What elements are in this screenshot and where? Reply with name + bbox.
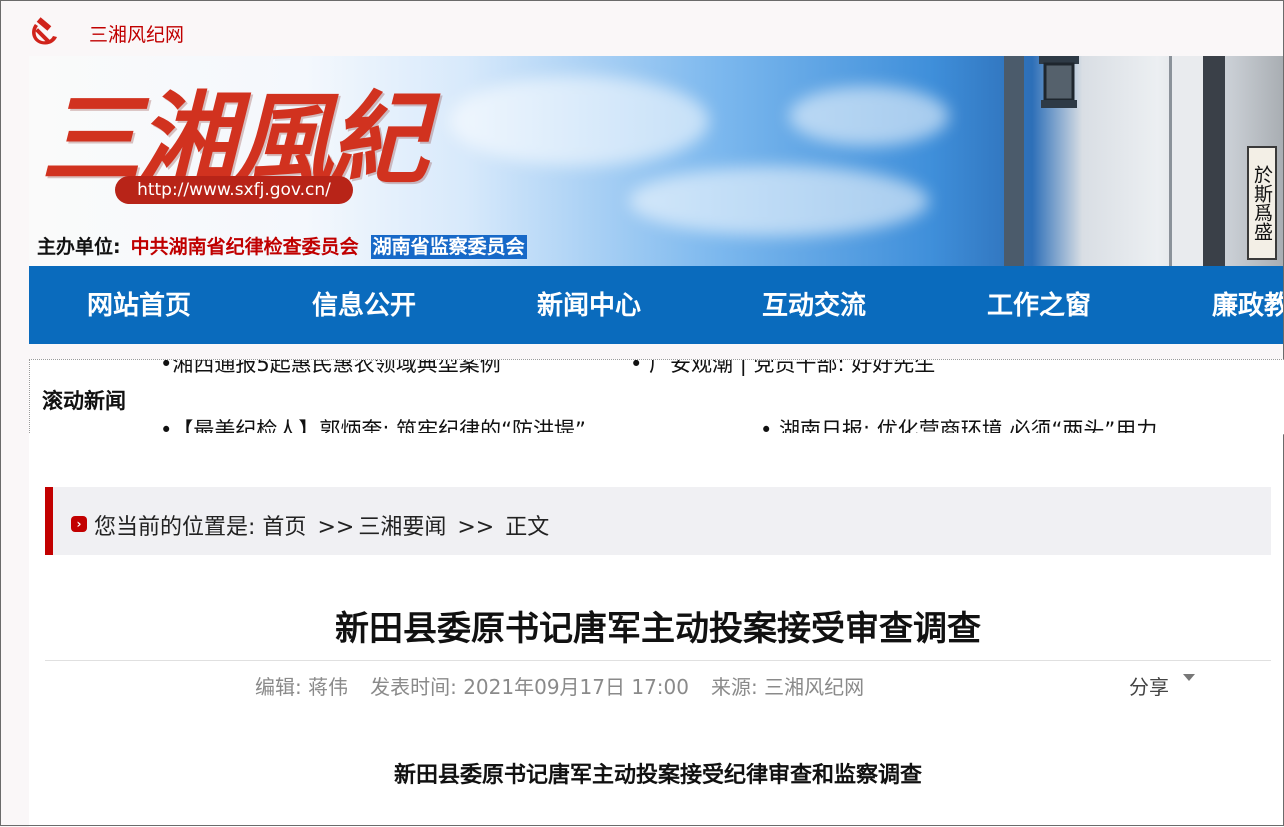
- top-bar: 三湘风纪网: [1, 1, 1283, 56]
- article-subhead: 新田县委原书记唐军主动投案接受纪律审查和监察调查: [393, 763, 922, 788]
- share-button[interactable]: 分享: [1129, 671, 1169, 700]
- sponsor-org-supervision[interactable]: 湖南省监察委员会: [370, 235, 527, 259]
- nav-item-info[interactable]: 信息公开: [312, 266, 416, 344]
- nav-item-education[interactable]: 廉政教: [1212, 266, 1283, 344]
- caret-down-icon[interactable]: [1183, 674, 1195, 681]
- banner-cloud: [789, 86, 949, 146]
- hammer-sickle-icon: [32, 17, 57, 45]
- chevron-right-icon: ›: [71, 516, 87, 532]
- banner-pillar: [1004, 56, 1024, 268]
- banner-cloud: [449, 76, 709, 166]
- breadcrumb-separator: >>: [317, 515, 355, 540]
- nav-item-home[interactable]: 网站首页: [87, 266, 191, 344]
- article-meta: 编辑: 蒋伟 发表时间: 2021年09月17日 17:00 来源: 三湘风纪网: [255, 671, 886, 700]
- breadcrumb-current: 正文: [505, 515, 550, 540]
- news-item[interactable]: • 湖南日报: 优化营商环境 必须“两头”用力: [760, 414, 1157, 434]
- article-editor: 编辑: 蒋伟: [255, 675, 349, 699]
- title-divider: [45, 660, 1271, 661]
- sponsor-org-discipline[interactable]: 中共湖南省纪律检查委员会: [131, 236, 359, 258]
- article-published: 发表时间: 2021年09月17日 17:00: [370, 675, 689, 699]
- spacer: [29, 433, 1283, 455]
- banner-plaque: 於斯爲盛: [1247, 146, 1277, 260]
- nav-item-interact[interactable]: 互动交流: [762, 266, 866, 344]
- news-item[interactable]: •湘西通报5起惠民惠农领域典型案例: [160, 360, 501, 378]
- breadcrumb-prefix: 您当前的位置是:: [94, 515, 256, 540]
- banner-plaque-text: 於斯爲盛: [1251, 165, 1273, 241]
- site-logo-url: http://www.sxfj.gov.cn/: [115, 176, 353, 204]
- nav-item-news[interactable]: 新闻中心: [537, 266, 641, 344]
- banner-cloud: [629, 166, 929, 236]
- breadcrumb: › 您当前的位置是: 首页 >> 三湘要闻 >> 正文: [45, 487, 1271, 555]
- breadcrumb-section[interactable]: 三湘要闻: [358, 515, 446, 540]
- news-item[interactable]: •【最美纪检人】郭炳奎: 筑牢纪律的“防洪堤”: [160, 414, 586, 434]
- article-source: 来源: 三湘风纪网: [711, 675, 865, 699]
- breadcrumb-text: 您当前的位置是: 首页 >> 三湘要闻 >> 正文: [94, 509, 549, 541]
- main-nav: 网站首页 信息公开 新闻中心 互动交流 工作之窗 廉政教: [29, 266, 1283, 344]
- banner-pillar: [1169, 56, 1206, 268]
- lantern-icon: [1039, 56, 1079, 108]
- news-item[interactable]: • 广安观潮 | 党员干部: 好好先生: [630, 360, 935, 378]
- sponsor-label: 主办单位:: [37, 236, 121, 258]
- site-name-link[interactable]: 三湘风纪网: [89, 20, 184, 47]
- nav-item-work[interactable]: 工作之窗: [987, 266, 1091, 344]
- breadcrumb-separator: >>: [457, 515, 495, 540]
- breadcrumb-home[interactable]: 首页: [262, 515, 306, 540]
- banner-pillar: [1203, 56, 1225, 268]
- scrolling-news: 滚动新闻 •湘西通报5起惠民惠农领域典型案例 • 广安观潮 | 党员干部: 好好…: [29, 359, 1284, 435]
- breadcrumb-accent-bar: [45, 487, 53, 555]
- sponsor-line: 主办单位: 中共湖南省纪律检查委员会 湖南省监察委员会: [37, 232, 527, 259]
- header-banner: 三湘風紀 http://www.sxfj.gov.cn/ 主办单位: 中共湖南省纪…: [29, 56, 1283, 268]
- article-title: 新田县委原书记唐军主动投案接受审查调查: [335, 609, 981, 649]
- scrolling-news-label: 滚动新闻: [42, 389, 126, 413]
